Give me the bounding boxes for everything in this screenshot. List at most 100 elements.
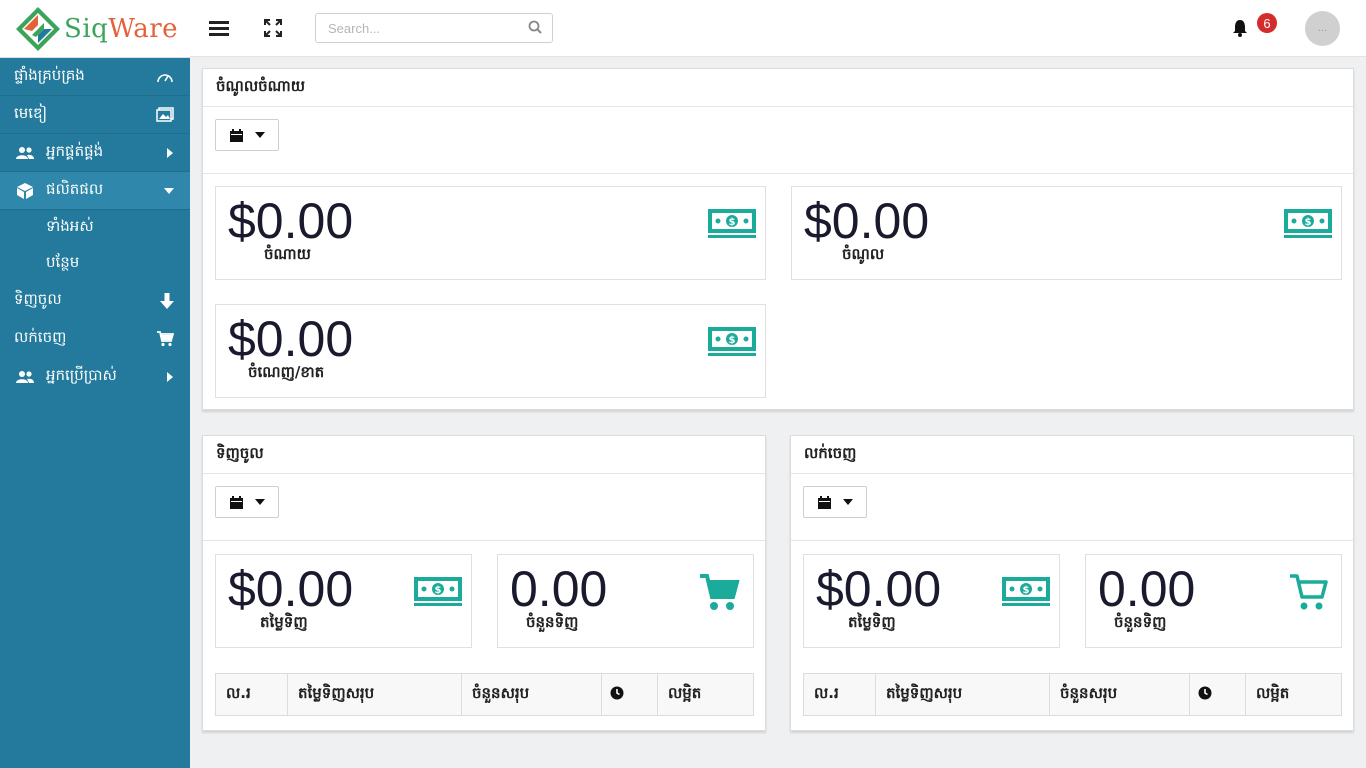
date-filter-button[interactable] bbox=[215, 119, 279, 151]
col-time bbox=[1189, 673, 1246, 716]
sale-table: ល.រ តម្លៃទិញសរុប ចំនួនសរុប លម្អិត bbox=[803, 673, 1342, 716]
money-icon: $ bbox=[1284, 209, 1332, 243]
logo-text-s: S bbox=[64, 13, 83, 44]
search-input[interactable] bbox=[328, 20, 528, 36]
money-icon: $ bbox=[1002, 577, 1050, 611]
dashboard-gauge-icon bbox=[154, 70, 174, 84]
col-details: លម្អិត bbox=[1256, 683, 1290, 702]
sale-amount-card: $0.00 តម្លៃទិញ $ bbox=[803, 554, 1060, 648]
date-filter-button[interactable] bbox=[215, 486, 279, 518]
table-header-row: ល.រ តម្លៃទិញសរុប ចំនួនសរុប លម្អិត bbox=[803, 673, 1342, 716]
col-total-price: តម្លៃទិញសរុប bbox=[287, 673, 462, 716]
hamburger-icon bbox=[209, 20, 229, 36]
cart-icon bbox=[698, 573, 740, 617]
caret-right-icon bbox=[154, 372, 174, 382]
income-expense-panel: ចំណូលចំណាយ $0.00 ចំណាយ $ $0.00 ចំណូល $ $… bbox=[202, 68, 1354, 410]
purchase-quantity-value: 0.00 bbox=[510, 561, 608, 617]
notification-bell-icon[interactable] bbox=[1232, 19, 1248, 41]
purchase-amount-card: $0.00 តម្លៃទិញ $ bbox=[215, 554, 472, 648]
sidebar-item-label: ផលិតផល bbox=[46, 179, 104, 198]
col-total-price: តម្លៃទិញសរុប bbox=[875, 673, 1050, 716]
col-time bbox=[601, 673, 658, 716]
profit-loss-label: ចំណេញ/ខាត bbox=[248, 363, 325, 381]
profit-loss-value: $0.00 bbox=[228, 311, 354, 367]
purchase-quantity-label: ចំនួនទិញ bbox=[526, 613, 579, 631]
sidebar-item-label: អ្នកប្រើប្រាស់ bbox=[46, 366, 117, 384]
col-total-qty: ចំនួនសរុប bbox=[461, 673, 602, 716]
users-icon bbox=[14, 370, 36, 384]
menu-toggle-button[interactable] bbox=[207, 16, 231, 40]
sidebar: SiqWare ផ្ទាំងគ្រប់គ្រង មេឌៀ អ្នកផ្គត់ផ្… bbox=[0, 0, 190, 768]
panel-title: ទិញចូល bbox=[203, 436, 765, 474]
col-no: ល.រ bbox=[803, 673, 876, 716]
purchase-quantity-card: 0.00 ចំនួនទិញ bbox=[497, 554, 754, 648]
sale-quantity-value: 0.00 bbox=[1098, 561, 1196, 617]
sale-panel: លក់ចេញ $0.00 តម្លៃទិញ $ 0.00 ចំនួនទិញ ល.… bbox=[790, 435, 1354, 731]
income-value: $0.00 bbox=[804, 193, 930, 249]
purchase-panel: ទិញចូល $0.00 តម្លៃទិញ $ 0.00 ចំនួនទិញ ល.… bbox=[202, 435, 766, 731]
caret-right-icon bbox=[154, 147, 174, 158]
sidebar-subitem-all[interactable]: ទាំងអស់ bbox=[0, 210, 190, 246]
money-icon: $ bbox=[708, 327, 756, 361]
expand-icon bbox=[264, 19, 282, 37]
topbar: 6 ... bbox=[190, 0, 1366, 57]
logo-text-w: W bbox=[108, 13, 134, 44]
purchase-amount-label: តម្លៃទិញ bbox=[260, 613, 308, 631]
sidebar-item-label: លក់ចេញ bbox=[14, 328, 67, 346]
svg-text:$: $ bbox=[1305, 217, 1312, 228]
caret-down-icon bbox=[254, 132, 265, 138]
date-filter-button[interactable] bbox=[803, 486, 867, 518]
svg-text:$: $ bbox=[729, 217, 736, 228]
sale-amount-value: $0.00 bbox=[816, 561, 942, 617]
calendar-icon bbox=[817, 495, 831, 509]
cart-outline-icon bbox=[1288, 573, 1328, 617]
caret-down-icon bbox=[154, 187, 174, 195]
money-icon: $ bbox=[708, 209, 756, 243]
avatar[interactable]: ... bbox=[1305, 11, 1340, 46]
panel-title: ចំណូលចំណាយ bbox=[203, 69, 1353, 107]
arrow-down-icon bbox=[154, 293, 174, 309]
purchase-table: ល.រ តម្លៃទិញសរុប ចំនួនសរុប លម្អិត bbox=[215, 673, 754, 716]
expense-card: $0.00 ចំណាយ $ bbox=[215, 186, 766, 280]
sidebar-item-dashboard[interactable]: ផ្ទាំងគ្រប់គ្រង bbox=[0, 58, 190, 96]
calendar-icon bbox=[229, 128, 243, 142]
sidebar-item-sale[interactable]: លក់ចេញ bbox=[0, 320, 190, 358]
sidebar-subitem-add[interactable]: បន្ថែម bbox=[0, 246, 190, 282]
logo[interactable]: SiqWare bbox=[0, 0, 190, 58]
sidebar-item-label: បន្ថែម bbox=[46, 253, 80, 271]
clock-icon bbox=[610, 686, 624, 699]
sidebar-item-purchase[interactable]: ទិញចូល bbox=[0, 282, 190, 320]
image-icon bbox=[154, 107, 174, 122]
sidebar-item-suppliers[interactable]: អ្នកផ្គត់ផ្គង់ bbox=[0, 134, 190, 172]
cube-icon bbox=[14, 182, 36, 200]
purchase-amount-value: $0.00 bbox=[228, 561, 354, 617]
fullscreen-button[interactable] bbox=[261, 16, 285, 40]
logo-text-are: are bbox=[133, 13, 179, 44]
profit-loss-card: $0.00 ចំណេញ/ខាត $ bbox=[215, 304, 766, 398]
sidebar-item-products[interactable]: ផលិតផល bbox=[0, 172, 190, 210]
svg-text:$: $ bbox=[435, 585, 442, 596]
col-no: ល.រ bbox=[215, 673, 288, 716]
col-details: លម្អិត bbox=[668, 683, 702, 702]
caret-down-icon bbox=[254, 499, 265, 505]
caret-down-icon bbox=[842, 499, 853, 505]
sidebar-item-label: មេឌៀ bbox=[14, 103, 48, 122]
search-box bbox=[315, 13, 553, 43]
logo-text-iq: iq bbox=[82, 13, 109, 44]
notification-count-badge: 6 bbox=[1257, 13, 1277, 33]
svg-text:$: $ bbox=[1023, 585, 1030, 596]
income-label: ចំណូល bbox=[842, 245, 885, 263]
calendar-icon bbox=[229, 495, 243, 509]
table-header-row: ល.រ តម្លៃទិញសរុប ចំនួនសរុប លម្អិត bbox=[215, 673, 754, 716]
sidebar-item-label: អ្នកផ្គត់ផ្គង់ bbox=[46, 141, 104, 160]
svg-text:$: $ bbox=[729, 335, 736, 346]
search-icon[interactable] bbox=[528, 19, 542, 38]
panel-title: លក់ចេញ bbox=[791, 436, 1353, 474]
sidebar-item-label: ទិញចូល bbox=[14, 290, 62, 308]
sale-amount-label: តម្លៃទិញ bbox=[848, 613, 896, 631]
sidebar-item-media[interactable]: មេឌៀ bbox=[0, 96, 190, 134]
clock-icon bbox=[1198, 686, 1212, 699]
logo-mark-icon bbox=[14, 5, 62, 53]
sale-quantity-label: ចំនួនទិញ bbox=[1114, 613, 1167, 631]
sidebar-item-users[interactable]: អ្នកប្រើប្រាស់ bbox=[0, 358, 190, 396]
